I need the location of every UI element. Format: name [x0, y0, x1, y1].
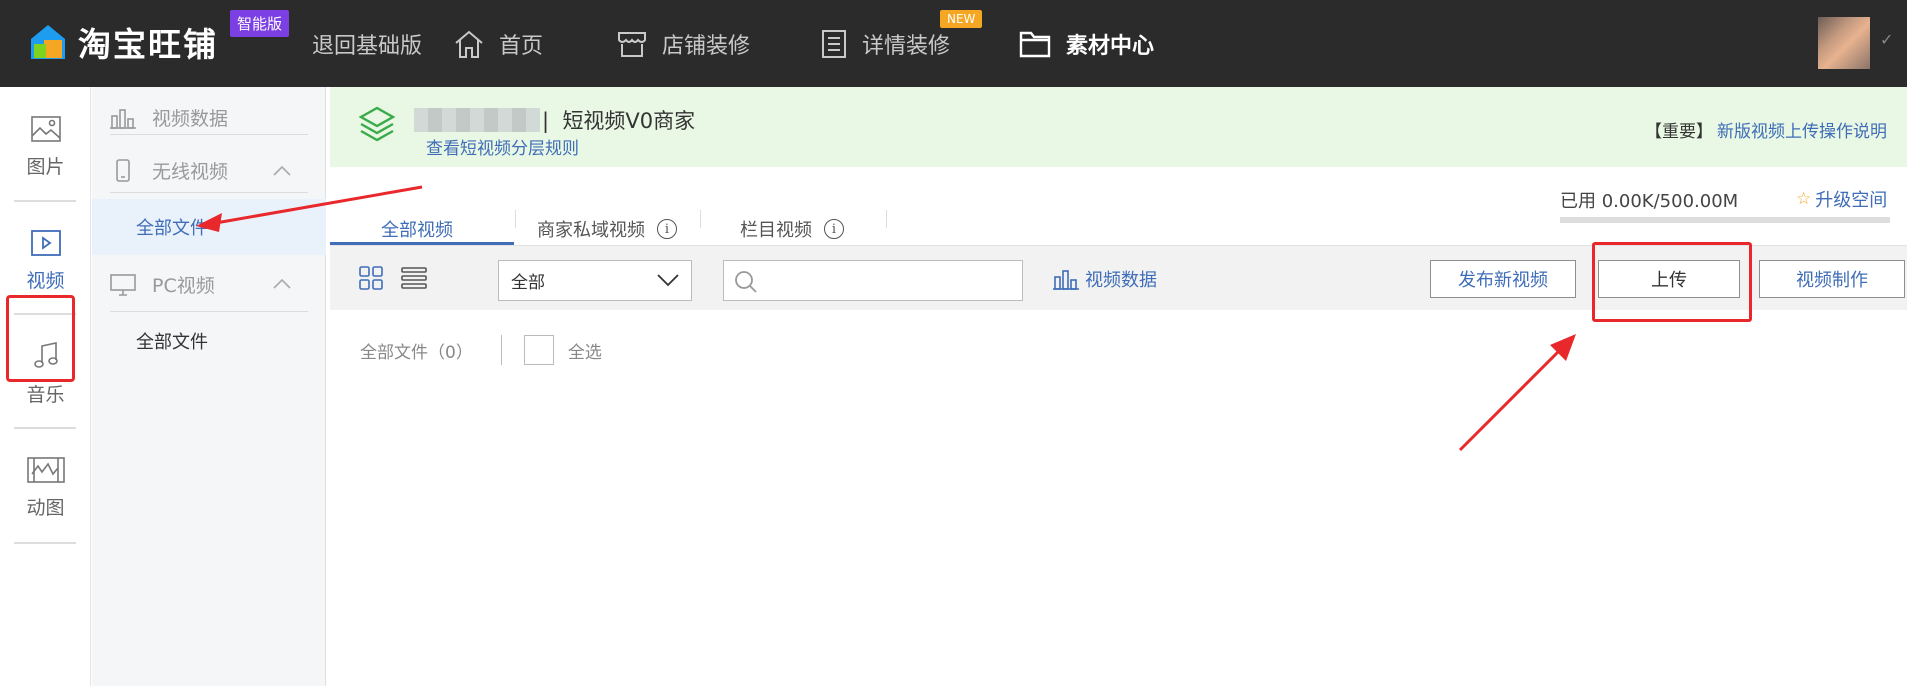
- video-sidebar: 视频数据 无线视频 全部文件 PC视频 全部文件: [92, 87, 326, 686]
- rail-divider: [14, 542, 76, 544]
- home-icon: [455, 30, 483, 58]
- shop-name-redacted: [414, 108, 540, 132]
- search-icon: [735, 271, 757, 293]
- select-all-label[interactable]: 全选: [568, 338, 602, 363]
- list-view-icon[interactable]: [401, 266, 427, 290]
- nav-store-decoration[interactable]: 店铺装修: [616, 0, 750, 87]
- chevron-up-icon[interactable]: [272, 165, 292, 177]
- edition-badge: 智能版: [230, 10, 290, 37]
- rail-divider: [14, 427, 76, 429]
- search-box[interactable]: [723, 260, 1023, 301]
- annotation-highlight-upload: [1592, 242, 1752, 322]
- phone-icon: [116, 158, 130, 182]
- gif-icon: [26, 456, 65, 483]
- video-production-button[interactable]: 视频制作: [1759, 260, 1905, 298]
- rail-item-images[interactable]: 图片: [0, 92, 91, 202]
- rail-divider: [14, 200, 76, 202]
- sidebar-item-wireless-all-files[interactable]: 全部文件: [92, 199, 326, 255]
- sidebar-item-video-data[interactable]: 视频数据: [110, 104, 228, 131]
- tier-rules-link[interactable]: 查看短视频分层规则: [426, 134, 579, 159]
- sidebar-divider: [110, 192, 308, 193]
- sidebar-label: 无线视频: [152, 161, 229, 183]
- rail-item-gif[interactable]: 动图: [0, 433, 91, 543]
- sidebar-group-pc[interactable]: PC视频: [110, 271, 215, 298]
- star-icon: ☆: [1796, 189, 1812, 209]
- file-list-header: 全部文件（0） 全选: [360, 335, 602, 365]
- upgrade-storage-link[interactable]: ☆ 升级空间: [1796, 186, 1887, 212]
- nav-label: 店铺装修: [662, 33, 751, 59]
- material-type-rail: 图片 视频 音乐 动图: [0, 87, 91, 686]
- chevron-down-icon: [657, 274, 679, 287]
- grid-view-icon[interactable]: [359, 266, 383, 290]
- storage-usage-bar: [1560, 217, 1890, 223]
- important-notice: 【重要】 新版视频上传操作说明: [1645, 117, 1887, 142]
- avatar-dropdown-icon[interactable]: ✓: [1880, 30, 1893, 49]
- avatar[interactable]: [1818, 17, 1870, 69]
- sidebar-label: 全部文件: [136, 218, 208, 239]
- video-data-link[interactable]: 视频数据: [1053, 266, 1157, 292]
- back-to-basic-link[interactable]: 退回基础版: [312, 0, 422, 87]
- main-content: | 短视频V0商家 查看短视频分层规则 【重要】 新版视频上传操作说明 全部视频 …: [330, 87, 1907, 686]
- document-icon: [822, 29, 846, 58]
- info-icon[interactable]: i: [824, 219, 844, 239]
- store-icon: [618, 31, 646, 57]
- nav-material-center[interactable]: 素材中心: [1018, 0, 1154, 87]
- rail-label: 音乐: [26, 383, 65, 406]
- back-to-basic-label: 退回基础版: [312, 33, 423, 59]
- sidebar-divider: [110, 134, 308, 135]
- important-prefix: 【重要】: [1645, 122, 1713, 142]
- sidebar-label: 全部文件: [136, 332, 208, 353]
- merchant-level-banner: | 短视频V0商家 查看短视频分层规则 【重要】 新版视频上传操作说明: [330, 87, 1907, 167]
- tab-divider: [515, 210, 516, 228]
- image-icon: [30, 115, 61, 142]
- tab-label: 全部视频: [381, 220, 453, 241]
- top-navigation-bar: 淘宝旺铺 智能版 退回基础版 首页 店铺装修 详情装修 NEW 素材中心 ✓: [0, 0, 1907, 87]
- divider: [500, 335, 502, 365]
- video-icon: [30, 229, 61, 256]
- sidebar-divider: [110, 311, 308, 312]
- tab-divider: [886, 210, 887, 228]
- nav-label: 首页: [499, 33, 544, 59]
- all-files-count: 全部文件（0）: [360, 342, 473, 363]
- annotation-highlight-video: [6, 295, 75, 382]
- sidebar-item-pc-all-files[interactable]: 全部文件: [92, 313, 326, 369]
- info-icon[interactable]: i: [657, 219, 677, 239]
- search-input[interactable]: [764, 267, 1014, 295]
- select-all-checkbox[interactable]: [523, 335, 554, 365]
- sidebar-label: PC视频: [152, 275, 215, 297]
- layers-icon: [358, 106, 396, 142]
- monitor-icon: [110, 273, 136, 296]
- select-value: 全部: [511, 273, 545, 293]
- upgrade-label: 升级空间: [1815, 190, 1888, 211]
- bar-chart-icon: [1053, 270, 1079, 290]
- taobao-wangpu-logo[interactable]: 淘宝旺铺: [28, 20, 218, 64]
- tab-label: 栏目视频: [740, 220, 812, 241]
- merchant-level-title: | 短视频V0商家: [542, 109, 696, 133]
- logo-text: 淘宝旺铺: [78, 25, 218, 64]
- nav-label: 素材中心: [1066, 33, 1155, 59]
- sidebar-label: 视频数据: [152, 108, 229, 130]
- storage-usage-text: 已用 0.00K/500.00M: [1560, 191, 1739, 212]
- nav-label: 详情装修: [862, 33, 951, 59]
- tab-divider: [700, 210, 701, 228]
- rail-label: 视频: [26, 269, 65, 292]
- rail-label: 动图: [26, 496, 65, 519]
- video-data-label: 视频数据: [1085, 270, 1157, 291]
- folder-icon: [1019, 31, 1051, 57]
- nav-home[interactable]: 首页: [453, 0, 543, 87]
- rail-label: 图片: [26, 155, 65, 178]
- new-badge: NEW: [940, 10, 983, 28]
- tab-label: 商家私域视频: [537, 220, 645, 241]
- nav-detail-decoration[interactable]: 详情装修: [820, 0, 950, 87]
- upload-guide-link[interactable]: 新版视频上传操作说明: [1717, 122, 1887, 142]
- merchant-level-text: 短视频V0商家: [562, 109, 696, 133]
- bar-chart-icon: [110, 108, 136, 129]
- chevron-up-icon[interactable]: [272, 278, 292, 290]
- logo-icon: [31, 25, 65, 59]
- publish-video-button[interactable]: 发布新视频: [1430, 260, 1576, 298]
- video-filter-select[interactable]: 全部: [498, 260, 692, 301]
- sidebar-group-wireless[interactable]: 无线视频: [110, 157, 228, 184]
